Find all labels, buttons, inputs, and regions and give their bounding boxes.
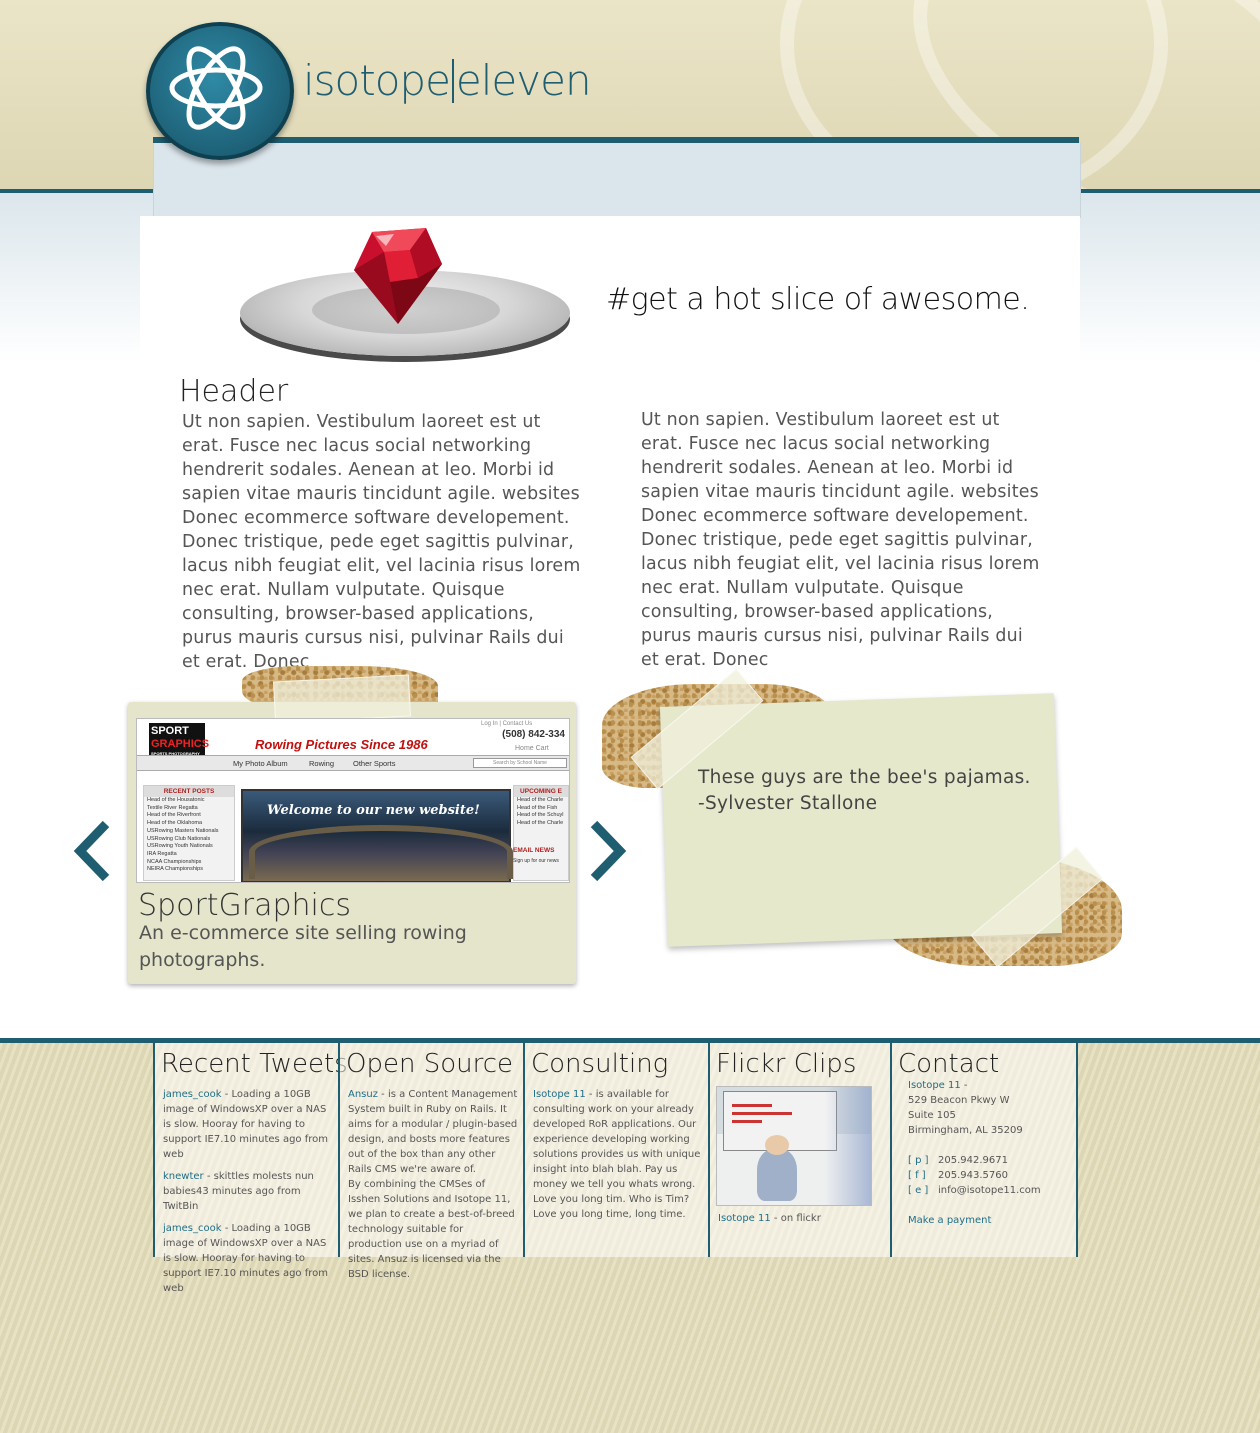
- tweet-item: james_cook - Loading a 10GB image of Win…: [163, 1223, 328, 1294]
- make-payment-link[interactable]: Make a payment: [908, 1213, 1072, 1228]
- hero-tagline: #get a hot slice of awesome.: [606, 282, 1030, 317]
- screenshot-headline: Rowing Pictures Since 1986: [255, 737, 428, 752]
- brand-left: isotope: [303, 56, 451, 105]
- logo-icon[interactable]: [146, 22, 294, 160]
- flickr-link[interactable]: Isotope 11: [718, 1213, 771, 1224]
- footer-consulting: Consulting Isotope 11 - is available for…: [523, 1043, 709, 1257]
- contact-address-3: Birmingham, AL 35209: [908, 1125, 1023, 1136]
- left-column-text: Ut non sapien. Vestibulum laoreet est ut…: [182, 412, 581, 672]
- testimonial-quote: These guys are the bee's pajamas.: [698, 767, 1031, 788]
- portfolio-title[interactable]: SportGraphics: [138, 888, 351, 923]
- screenshot-logo: SPORT GRAPHICS SPORTS PHOTOGRAPHY: [149, 723, 210, 757]
- screenshot-upcoming: UPCOMING E Head of the Charle Head of th…: [513, 785, 569, 881]
- contact-email: [ e ] info@isotope11.com: [908, 1185, 1041, 1196]
- tweet-user-link[interactable]: james_cook: [163, 1223, 222, 1234]
- screenshot-cart-links: Home Cart: [515, 745, 549, 752]
- footer-open-source: Open Source Ansuz - is a Content Managem…: [338, 1043, 524, 1280]
- footer-flickr: Flickr Clips Isotope 11 - on flickr: [708, 1043, 890, 1257]
- flickr-thumbnail[interactable]: [716, 1086, 872, 1206]
- footer-tweets: Recent Tweets james_cook - Loading a 10G…: [153, 1043, 348, 1294]
- contact-address-2: Suite 105: [908, 1110, 956, 1121]
- ansuz-link[interactable]: Ansuz: [348, 1089, 378, 1100]
- brand-name[interactable]: isotope eleven: [303, 56, 592, 105]
- content-header: Header: [179, 374, 289, 409]
- open-source-text: Ansuz - is a Content Management System b…: [348, 1089, 518, 1175]
- ruby-gem-icon: [354, 228, 442, 324]
- flickr-title: Flickr Clips: [716, 1049, 857, 1079]
- contact-fax: [ f ] 205.943.5760: [908, 1170, 1008, 1181]
- open-source-title: Open Source: [346, 1049, 514, 1079]
- brand-divider: [451, 59, 454, 103]
- testimonial-text: These guys are the bee's pajamas. -Sylve…: [698, 765, 1058, 817]
- testimonial-author: -Sylvester Stallone: [698, 793, 878, 814]
- portfolio-screenshot[interactable]: SPORT GRAPHICS SPORTS PHOTOGRAPHY Log In…: [136, 718, 570, 883]
- screenshot-recent-posts: RECENT POSTS Head of the Housatonic Text…: [143, 785, 235, 881]
- tape-strip: [272, 674, 412, 724]
- consulting-title: Consulting: [531, 1049, 669, 1079]
- contact-phone: [ p ] 205.942.9671: [908, 1155, 1008, 1166]
- screenshot-email-news: EMAIL NEWS Sign up for our news: [513, 847, 559, 864]
- tweet-item: knewter - skittles molests nun babies43 …: [163, 1171, 314, 1212]
- screenshot-top-links: Log In | Contact Us: [481, 721, 533, 727]
- tweet-user-link[interactable]: knewter: [163, 1171, 204, 1182]
- chevron-left-icon[interactable]: [72, 818, 112, 884]
- isotope-link[interactable]: Isotope 11: [533, 1089, 586, 1100]
- portfolio-description: An e-commerce site selling rowing photog…: [139, 922, 467, 971]
- brand-right: eleven: [455, 56, 592, 105]
- tweet-item: james_cook - Loading a 10GB image of Win…: [163, 1089, 328, 1160]
- screenshot-phone: (508) 842-334: [502, 729, 565, 740]
- screenshot-nav: My Photo Album Rowing Other Sports Searc…: [137, 755, 569, 771]
- chevron-right-icon[interactable]: [588, 818, 628, 884]
- contact-title: Contact: [898, 1049, 1000, 1079]
- email-link[interactable]: info@isotope11.com: [938, 1185, 1041, 1196]
- tweet-user-link[interactable]: james_cook: [163, 1089, 222, 1100]
- nav-panel: [153, 143, 1081, 218]
- contact-name-link[interactable]: Isotope 11: [908, 1080, 961, 1091]
- footer-contact: Contact Isotope 11 - 529 Beacon Pkwy W S…: [890, 1043, 1078, 1257]
- tweets-title: Recent Tweets: [161, 1049, 348, 1079]
- screenshot-banner: Welcome to our new website!: [241, 789, 513, 882]
- consulting-text: Isotope 11 - is available for consulting…: [533, 1089, 701, 1220]
- contact-address-1: 529 Beacon Pkwy W: [908, 1095, 1010, 1106]
- open-source-text-2: By combining the CMSes of Isshen Solutio…: [348, 1179, 515, 1280]
- right-column-text: Ut non sapien. Vestibulum laoreet est ut…: [641, 410, 1040, 670]
